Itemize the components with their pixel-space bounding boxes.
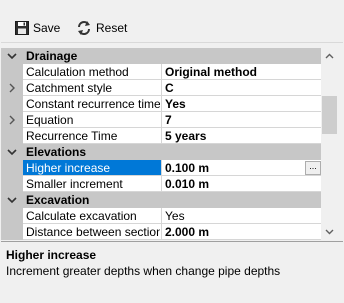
collapse-chevron-icon[interactable] <box>5 49 19 63</box>
toolbar: Save Reset <box>0 0 344 44</box>
property-name: Constant recurrence time <box>26 97 160 111</box>
property-value[interactable]: 0.100 m <box>165 161 315 175</box>
column-divider <box>161 160 162 176</box>
row-gutter <box>2 80 23 96</box>
property-value[interactable]: 0.010 m <box>165 177 315 191</box>
row-gutter <box>2 96 23 112</box>
property-row[interactable]: Smaller increment 0.010 m <box>2 176 322 192</box>
property-name: Recurrence Time <box>26 129 118 143</box>
column-divider <box>161 64 162 80</box>
column-divider <box>161 128 162 144</box>
category-drainage[interactable]: Drainage <box>2 48 322 64</box>
property-grid: Drainage Calculation method Original met… <box>1 48 337 240</box>
column-divider <box>161 208 162 224</box>
reset-button[interactable]: Reset <box>76 18 127 38</box>
category-title: Drainage <box>26 49 78 63</box>
property-row[interactable]: Equation 7 <box>2 112 322 128</box>
row-gutter <box>2 224 23 240</box>
collapse-chevron-icon[interactable] <box>5 193 19 207</box>
property-row[interactable]: Distance between sections 2.000 m <box>2 224 322 240</box>
property-value[interactable]: C <box>165 81 315 95</box>
property-name: Calculate excavation <box>26 209 137 223</box>
scroll-up-arrow-icon[interactable] <box>321 48 338 65</box>
property-row[interactable]: Catchment style C <box>2 80 322 96</box>
property-name: Calculation method <box>26 65 129 79</box>
property-row[interactable]: Recurrence Time 5 years <box>2 128 322 144</box>
scrollbar-thumb[interactable] <box>322 96 337 134</box>
property-value[interactable]: Original method <box>165 65 315 79</box>
category-excavation[interactable]: Excavation <box>2 192 322 208</box>
row-gutter <box>2 208 23 224</box>
property-value[interactable]: 5 years <box>165 129 315 143</box>
expand-chevron-icon[interactable] <box>7 114 17 126</box>
description-panel: Higher increase Increment greater depths… <box>1 241 343 302</box>
property-name: Distance between sections <box>26 225 160 239</box>
description-title: Higher increase <box>6 248 97 262</box>
category-title: Excavation <box>26 193 90 207</box>
column-divider <box>161 176 162 192</box>
property-panel: Save Reset Drainage Calculation method O… <box>0 0 344 303</box>
category-title: Elevations <box>26 145 87 159</box>
property-name: Catchment style <box>26 81 113 95</box>
column-divider <box>161 112 162 128</box>
floppy-disk-icon <box>15 21 29 35</box>
row-gutter <box>2 128 23 144</box>
save-label: Save <box>33 21 61 35</box>
reset-arrows-icon <box>78 21 90 35</box>
scroll-down-arrow-icon[interactable] <box>321 223 338 240</box>
collapse-chevron-icon[interactable] <box>5 145 19 159</box>
column-divider <box>161 80 162 96</box>
reset-label: Reset <box>96 21 128 35</box>
property-value[interactable]: 7 <box>165 113 315 127</box>
toolbar-divider <box>1 42 343 43</box>
save-button[interactable]: Save <box>15 18 60 38</box>
column-divider <box>161 224 162 240</box>
category-elevations[interactable]: Elevations <box>2 144 322 160</box>
property-value[interactable]: Yes <box>165 209 315 223</box>
description-text: Increment greater depths when change pip… <box>6 264 281 278</box>
expand-chevron-icon[interactable] <box>7 82 17 94</box>
property-row-selected[interactable]: Higher increase 0.100 m ... <box>2 160 322 176</box>
ellipsis-button[interactable]: ... <box>305 161 321 175</box>
vertical-scrollbar[interactable] <box>321 48 338 240</box>
property-value[interactable]: Yes <box>165 97 315 111</box>
column-divider <box>161 96 162 112</box>
property-value[interactable]: 2.000 m <box>165 225 315 239</box>
row-gutter <box>2 64 23 80</box>
row-gutter <box>2 112 23 128</box>
property-name: Smaller increment <box>26 177 123 191</box>
property-name: Equation <box>26 113 74 127</box>
row-gutter <box>2 160 23 176</box>
property-row[interactable]: Constant recurrence time Yes <box>2 96 322 112</box>
property-row[interactable]: Calculate excavation Yes <box>2 208 322 224</box>
property-row[interactable]: Calculation method Original method <box>2 64 322 80</box>
property-name: Higher increase <box>23 160 161 175</box>
row-gutter <box>2 176 23 192</box>
